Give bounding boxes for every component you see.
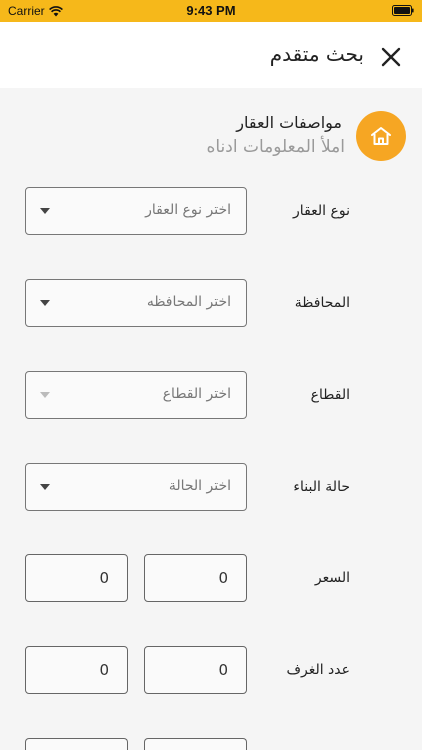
property-type-label: نوع العقار	[293, 203, 350, 219]
price-max-value: 0	[99, 569, 109, 587]
price-label: السعر	[314, 570, 350, 586]
building-status-placeholder: اختر الحالة	[168, 478, 231, 494]
rooms-label: عدد الغرف	[286, 662, 350, 678]
status-time: 9:43 PM	[186, 3, 236, 18]
rooms-max-value: 0	[99, 661, 109, 679]
governorate-select[interactable]: اختر المحافظه	[25, 279, 247, 327]
chevron-down-icon	[40, 392, 50, 398]
section-subtitle: املأ المعلومات ادناه	[206, 137, 345, 157]
home-badge	[356, 111, 406, 161]
chevron-down-icon	[40, 300, 50, 306]
battery-icon	[392, 5, 414, 16]
rooms-max-input[interactable]: 0	[25, 646, 128, 694]
home-icon	[371, 127, 391, 145]
section-header: مواصفات العقار املأ المعلومات ادناه	[0, 88, 422, 178]
close-icon[interactable]	[380, 46, 402, 68]
page-header: بحث متقدم	[0, 22, 422, 88]
next-max-input[interactable]	[25, 738, 128, 750]
next-min-input[interactable]	[144, 738, 247, 750]
governorate-placeholder: اختر المحافظه	[146, 294, 231, 310]
building-status-select[interactable]: اختر الحالة	[25, 463, 247, 511]
status-bar: Carrier 9:43 PM	[0, 0, 422, 22]
section-title: مواصفات العقار	[236, 113, 342, 132]
building-status-label: حالة البناء	[293, 479, 350, 495]
sector-select[interactable]: اختر القطاع	[25, 371, 247, 419]
price-min-value: 0	[218, 569, 228, 587]
sector-placeholder: اختر القطاع	[162, 386, 231, 402]
chevron-down-icon	[40, 484, 50, 490]
governorate-label: المحافظة	[294, 295, 350, 311]
property-type-placeholder: اختر نوع العقار	[145, 202, 231, 218]
page-title: بحث متقدم	[269, 42, 364, 66]
sector-label: القطاع	[310, 387, 350, 403]
price-min-input[interactable]: 0	[144, 554, 247, 602]
price-max-input[interactable]: 0	[25, 554, 128, 602]
rooms-min-value: 0	[218, 661, 228, 679]
rooms-min-input[interactable]: 0	[144, 646, 247, 694]
chevron-down-icon	[40, 208, 50, 214]
property-type-select[interactable]: اختر نوع العقار	[25, 187, 247, 235]
